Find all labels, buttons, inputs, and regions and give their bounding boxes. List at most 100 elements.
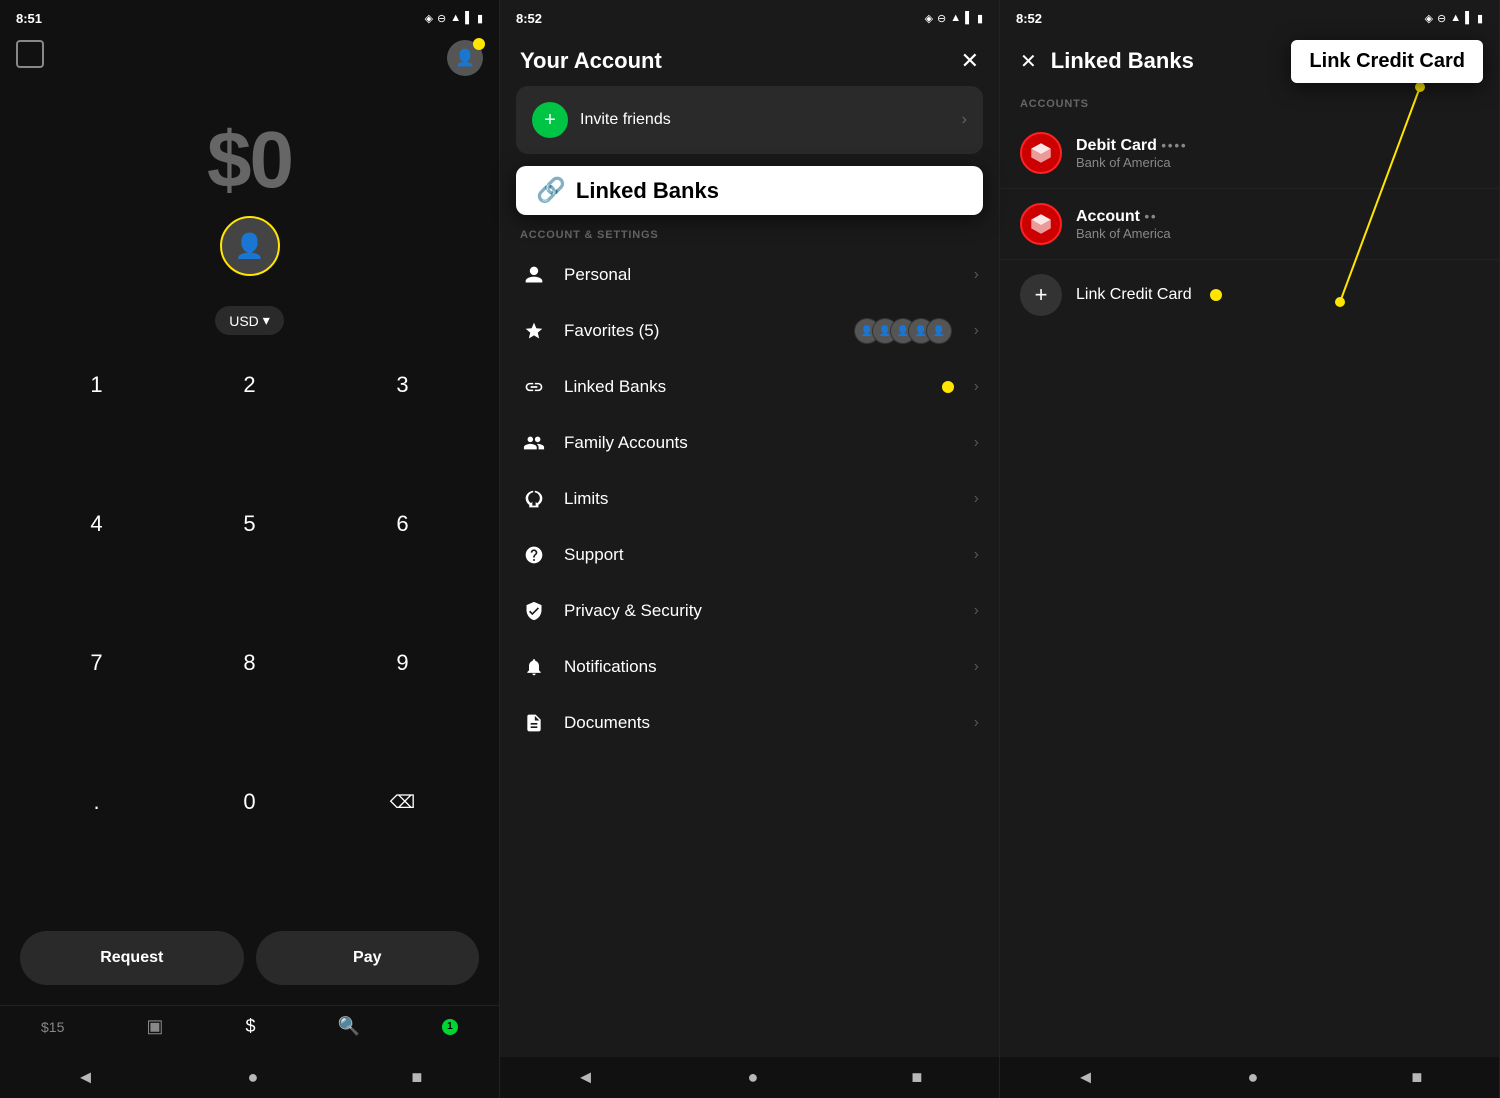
link-cc-dot xyxy=(1210,289,1222,301)
invite-text: Invite friends xyxy=(580,111,950,129)
numpad: 1 2 3 4 5 6 7 8 9 . 0 ⌫ xyxy=(0,345,499,921)
boa-account-logo xyxy=(1020,203,1062,245)
time-1: 8:51 xyxy=(16,11,42,26)
key-dot[interactable]: . xyxy=(20,772,173,832)
menu-privacy[interactable]: Privacy & Security › xyxy=(500,583,999,639)
back-button-3[interactable]: ◄ xyxy=(1077,1067,1095,1088)
link-credit-card-item[interactable]: + Link Credit Card xyxy=(1000,260,1499,330)
request-button[interactable]: Request xyxy=(20,931,244,985)
key-9[interactable]: 9 xyxy=(326,633,479,693)
status-icons-1: ◈ ⊖ ▲ ▌ ▮ xyxy=(425,12,483,25)
key-backspace[interactable]: ⌫ xyxy=(326,772,479,832)
profile-avatar[interactable]: 👤 xyxy=(220,216,280,276)
wifi-icon: ▲ xyxy=(450,12,461,24)
favorites-chevron-icon: › xyxy=(974,322,979,340)
home-button-3[interactable]: ● xyxy=(1248,1067,1259,1088)
block-icon-2: ⊖ xyxy=(937,12,946,25)
scan-icon[interactable] xyxy=(16,40,44,68)
key-2[interactable]: 2 xyxy=(173,355,326,415)
key-4[interactable]: 4 xyxy=(20,494,173,554)
account-item[interactable]: Account •• Bank of America xyxy=(1000,189,1499,260)
bottom-nav-1: $15 ▣ $ 🔍 1 xyxy=(0,1005,499,1057)
nav-cards[interactable]: ▣ xyxy=(146,1016,163,1037)
linked-banks-chain-icon: 🔗 xyxy=(536,176,566,205)
linked-banks-popup-text: Linked Banks xyxy=(576,178,719,204)
close-button[interactable]: ✕ xyxy=(961,48,979,74)
menu-personal[interactable]: Personal › xyxy=(500,247,999,303)
home-icon: $ xyxy=(245,1016,255,1037)
wifi-icon-2: ▲ xyxy=(950,12,961,24)
key-3[interactable]: 3 xyxy=(326,355,479,415)
debit-card-mask: •••• xyxy=(1161,138,1187,153)
key-7[interactable]: 7 xyxy=(20,633,173,693)
nav-notifications[interactable]: 1 xyxy=(442,1019,458,1035)
account-info: Account •• Bank of America xyxy=(1076,208,1479,241)
limits-icon xyxy=(520,485,548,513)
menu-documents[interactable]: Documents › xyxy=(500,695,999,751)
action-buttons: Request Pay xyxy=(0,921,499,1005)
menu-favorites[interactable]: Favorites (5) 👤 👤 👤 👤 👤 › xyxy=(500,303,999,359)
nav-search[interactable]: 🔍 xyxy=(338,1016,360,1037)
panel-home: 8:51 ◈ ⊖ ▲ ▌ ▮ 👤 $0 👤 USD xyxy=(0,0,500,1098)
linked-banks-icon xyxy=(520,373,548,401)
menu-support[interactable]: Support › xyxy=(500,527,999,583)
usd-selector[interactable]: USD ▾ xyxy=(215,306,284,335)
family-accounts-label: Family Accounts xyxy=(564,433,958,453)
pay-button[interactable]: Pay xyxy=(256,931,480,985)
status-bar-3: 8:52 ◈ ⊖ ▲ ▌ ▮ xyxy=(1000,0,1499,32)
notifications-label: Notifications xyxy=(564,657,958,677)
battery-icon-3: ▮ xyxy=(1477,12,1483,25)
status-icons-2: ◈ ⊖ ▲ ▌ ▮ xyxy=(925,12,983,25)
key-6[interactable]: 6 xyxy=(326,494,479,554)
chevron-down-icon: ▾ xyxy=(263,312,270,329)
invite-friends-card[interactable]: + Invite friends › xyxy=(516,86,983,154)
recents-button-1[interactable]: ■ xyxy=(412,1067,423,1088)
personal-chevron-icon: › xyxy=(974,266,979,284)
support-chevron-icon: › xyxy=(974,546,979,564)
link-cc-plus-icon: + xyxy=(1020,274,1062,316)
cards-icon: ▣ xyxy=(146,1016,163,1037)
menu-linked-banks[interactable]: Linked Banks › xyxy=(500,359,999,415)
recents-button-3[interactable]: ■ xyxy=(1412,1067,1423,1088)
favorites-icon xyxy=(520,317,548,345)
key-5[interactable]: 5 xyxy=(173,494,326,554)
activity-icon: $15 xyxy=(41,1019,64,1035)
menu-limits[interactable]: Limits › xyxy=(500,471,999,527)
block-icon: ⊖ xyxy=(437,12,446,25)
limits-chevron-icon: › xyxy=(974,490,979,508)
nav-activity[interactable]: $15 xyxy=(41,1019,64,1035)
privacy-label: Privacy & Security xyxy=(564,601,958,621)
signal-icon-3: ▌ xyxy=(1465,12,1473,24)
recents-button-2[interactable]: ■ xyxy=(912,1067,923,1088)
personal-label: Personal xyxy=(564,265,958,285)
privacy-chevron-icon: › xyxy=(974,602,979,620)
family-icon xyxy=(520,429,548,457)
link-cc-label: Link Credit Card xyxy=(1076,286,1192,304)
documents-chevron-icon: › xyxy=(974,714,979,732)
avatar-container[interactable]: 👤 xyxy=(447,40,483,76)
notifications-icon xyxy=(520,653,548,681)
android-nav-2: ◄ ● ■ xyxy=(500,1057,999,1098)
debit-card-item[interactable]: Debit Card •••• Bank of America xyxy=(1000,118,1499,189)
debit-card-bank: Bank of America xyxy=(1076,155,1479,170)
key-8[interactable]: 8 xyxy=(173,633,326,693)
support-label: Support xyxy=(564,545,958,565)
close-linked-banks-button[interactable]: ✕ xyxy=(1020,49,1037,74)
nav-home[interactable]: $ xyxy=(245,1016,255,1037)
menu-notifications[interactable]: Notifications › xyxy=(500,639,999,695)
key-0[interactable]: 0 xyxy=(173,772,326,832)
favorites-label: Favorites (5) xyxy=(564,321,838,341)
android-nav-1: ◄ ● ■ xyxy=(0,1057,499,1098)
time-3: 8:52 xyxy=(1016,11,1042,26)
limits-label: Limits xyxy=(564,489,958,509)
back-button-2[interactable]: ◄ xyxy=(577,1067,595,1088)
notifications-chevron-icon: › xyxy=(974,658,979,676)
status-bar-2: 8:52 ◈ ⊖ ▲ ▌ ▮ xyxy=(500,0,999,32)
search-icon: 🔍 xyxy=(338,1016,360,1037)
menu-family-accounts[interactable]: Family Accounts › xyxy=(500,415,999,471)
vibrate-icon: ◈ xyxy=(425,12,433,25)
home-button-1[interactable]: ● xyxy=(248,1067,259,1088)
key-1[interactable]: 1 xyxy=(20,355,173,415)
home-button-2[interactable]: ● xyxy=(748,1067,759,1088)
back-button-1[interactable]: ◄ xyxy=(77,1067,95,1088)
